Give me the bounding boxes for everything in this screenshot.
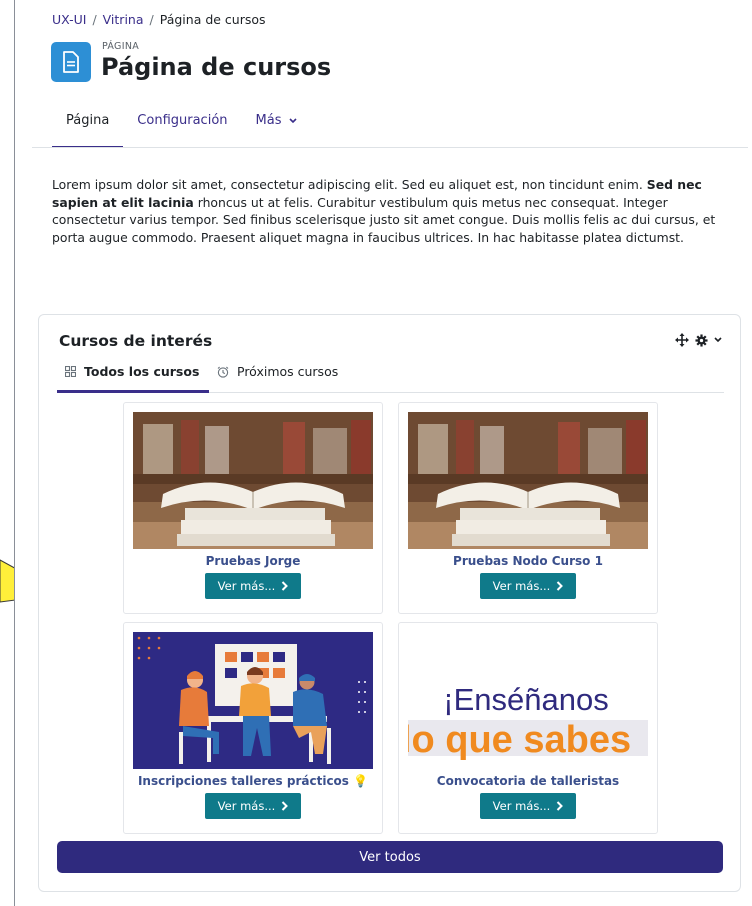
course-card[interactable]: Pruebas Nodo Curso 1 Ver más... (398, 402, 658, 614)
intro-text: Lorem ipsum dolor sit amet, consectetur … (52, 176, 726, 246)
chevron-right-icon (282, 801, 289, 811)
tab-label: Próximos cursos (237, 364, 339, 379)
breadcrumb-item-ux-ui[interactable]: UX-UI (52, 12, 86, 27)
block-title: Cursos de interés (59, 332, 213, 350)
page-document-icon (51, 42, 91, 82)
course-name[interactable]: Convocatoria de talleristas (399, 774, 657, 788)
course-image-books (133, 412, 373, 549)
tabs-divider (32, 147, 748, 148)
tab-label: Configuración (137, 113, 228, 128)
breadcrumb-item-vitrina[interactable]: Vitrina (103, 12, 144, 27)
breadcrumb-separator: / (149, 12, 154, 27)
page-type-label: PÁGINA (102, 41, 140, 52)
course-image-books (408, 412, 648, 549)
tab-mas[interactable]: Más (242, 104, 311, 148)
clock-icon (217, 366, 229, 378)
course-image-text-line1: ¡Enséñanos (443, 682, 608, 717)
page-tabs: Página Configuración Más (52, 104, 311, 148)
tab-label: Todos los cursos (84, 364, 200, 379)
chevron-right-icon (282, 581, 289, 591)
chevron-right-icon (557, 801, 564, 811)
active-tab-indicator (57, 390, 209, 393)
tab-todos-los-cursos[interactable]: Todos los cursos (65, 364, 199, 379)
course-image-teach: ¡Enséñanos lo que sabes (408, 632, 648, 769)
tab-pagina[interactable]: Página (52, 104, 124, 148)
course-card[interactable]: Inscripciones talleres prácticos 💡 Ver m… (123, 622, 383, 834)
course-name[interactable]: Pruebas Nodo Curso 1 (399, 554, 657, 568)
tab-proximos-cursos[interactable]: Próximos cursos (217, 364, 338, 379)
breadcrumb-separator: / (92, 12, 97, 27)
ver-mas-button[interactable]: Ver más... (480, 793, 576, 819)
courses-block: Cursos de interés Todos los cursos Próxi… (38, 314, 741, 892)
button-label: Ver más... (217, 579, 276, 593)
course-card[interactable]: Pruebas Jorge Ver más... (123, 402, 383, 614)
chevron-down-icon[interactable] (714, 337, 722, 343)
chevron-right-icon (557, 581, 564, 591)
ver-mas-button[interactable]: Ver más... (480, 573, 576, 599)
breadcrumb: UX-UI / Vitrina / Página de cursos (52, 12, 266, 27)
course-card[interactable]: ¡Enséñanos lo que sabes Convocatoria de … (398, 622, 658, 834)
course-image-meeting (133, 632, 373, 769)
block-controls (675, 333, 722, 347)
move-icon[interactable] (675, 333, 689, 347)
button-label: Ver más... (492, 579, 551, 593)
chevron-down-icon (289, 117, 297, 123)
intro-text-part: Lorem ipsum dolor sit amet, consectetur … (52, 177, 647, 192)
course-name[interactable]: Inscripciones talleres prácticos 💡 (124, 774, 382, 788)
tab-label: Página (66, 113, 110, 128)
tab-configuracion[interactable]: Configuración (123, 104, 241, 148)
button-label: Ver más... (492, 799, 551, 813)
course-name[interactable]: Pruebas Jorge (124, 554, 382, 568)
breadcrumb-current: Página de cursos (159, 12, 266, 27)
left-edge (0, 0, 14, 906)
course-image-text-line2: lo que sabes (408, 719, 631, 761)
ver-mas-button[interactable]: Ver más... (205, 793, 301, 819)
block-tabs: Todos los cursos Próximos cursos (57, 359, 724, 393)
page-title: Página de cursos (101, 53, 332, 81)
grid-icon (65, 366, 76, 377)
ver-todos-button[interactable]: Ver todos (57, 841, 723, 873)
tab-label: Más (255, 113, 282, 128)
gear-icon[interactable] (695, 333, 708, 347)
ver-mas-button[interactable]: Ver más... (205, 573, 301, 599)
button-label: Ver más... (217, 799, 276, 813)
